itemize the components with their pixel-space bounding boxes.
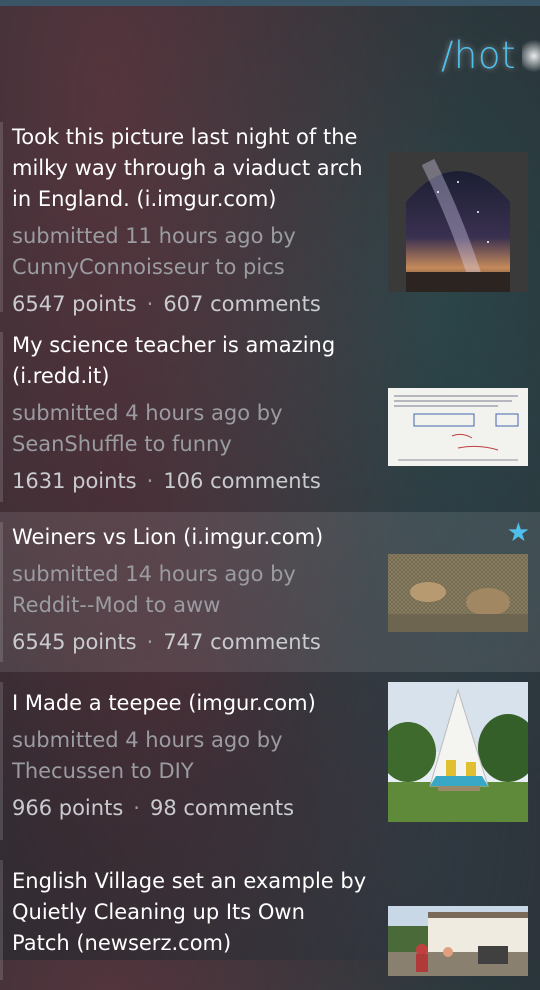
- post-item[interactable]: My science teacher is amazing (i.redd.it…: [0, 322, 540, 512]
- post-meta: submitted 14 hours ago by Reddit--Mod to…: [12, 562, 296, 617]
- post-comments[interactable]: 747 comments: [163, 630, 320, 654]
- post-points: 1631 points: [12, 469, 137, 493]
- post-stats: 1631 points · 106 comments: [12, 466, 540, 497]
- post-indicator: [0, 860, 3, 980]
- stats-separator: ·: [146, 469, 154, 493]
- post-indicator: [0, 682, 3, 840]
- post-item[interactable]: Weiners vs Lion (i.imgur.com) submitted …: [0, 512, 540, 672]
- post-title[interactable]: I Made a teepee (imgur.com): [12, 688, 367, 719]
- post-title[interactable]: Weiners vs Lion (i.imgur.com): [12, 522, 367, 553]
- post-points: 6547 points: [12, 292, 137, 316]
- post-thumbnail[interactable]: [388, 906, 528, 976]
- post-stats: 6547 points · 607 comments: [12, 289, 540, 320]
- post-thumbnail[interactable]: [388, 152, 528, 292]
- post-thumbnail[interactable]: [388, 554, 528, 632]
- post-comments[interactable]: 106 comments: [163, 469, 320, 493]
- stats-separator: ·: [146, 630, 154, 654]
- stats-separator: ·: [133, 796, 140, 820]
- post-item[interactable]: Took this picture last night of the milk…: [0, 112, 540, 322]
- post-item[interactable]: I Made a teepee (imgur.com) submitted 4 …: [0, 672, 540, 850]
- post-list[interactable]: Took this picture last night of the milk…: [0, 112, 540, 990]
- post-points: 6545 points: [12, 630, 137, 654]
- post-points: 966 points: [12, 796, 124, 820]
- post-comments[interactable]: 607 comments: [163, 292, 320, 316]
- star-icon[interactable]: ★: [507, 520, 530, 546]
- post-thumbnail[interactable]: [388, 682, 528, 822]
- post-indicator: [0, 332, 3, 502]
- header-glow: [522, 36, 540, 76]
- page-title: /hot: [440, 34, 516, 77]
- post-title[interactable]: My science teacher is amazing (i.redd.it…: [12, 330, 367, 392]
- post-indicator: [0, 522, 3, 662]
- post-meta: submitted 4 hours ago by SeanShuffle to …: [12, 401, 283, 456]
- stats-separator: ·: [146, 292, 154, 316]
- post-meta: submitted 11 hours ago by CunnyConnoisse…: [12, 224, 296, 279]
- post-title[interactable]: English Village set an example by Quietl…: [12, 866, 367, 959]
- post-title[interactable]: Took this picture last night of the milk…: [12, 122, 367, 215]
- post-comments[interactable]: 98 comments: [150, 796, 294, 820]
- post-meta: submitted 4 hours ago by Thecussen to DI…: [12, 728, 283, 783]
- post-indicator: [0, 122, 3, 312]
- post-item[interactable]: English Village set an example by Quietl…: [0, 850, 540, 990]
- status-strip: [0, 0, 540, 6]
- post-thumbnail[interactable]: [388, 388, 528, 466]
